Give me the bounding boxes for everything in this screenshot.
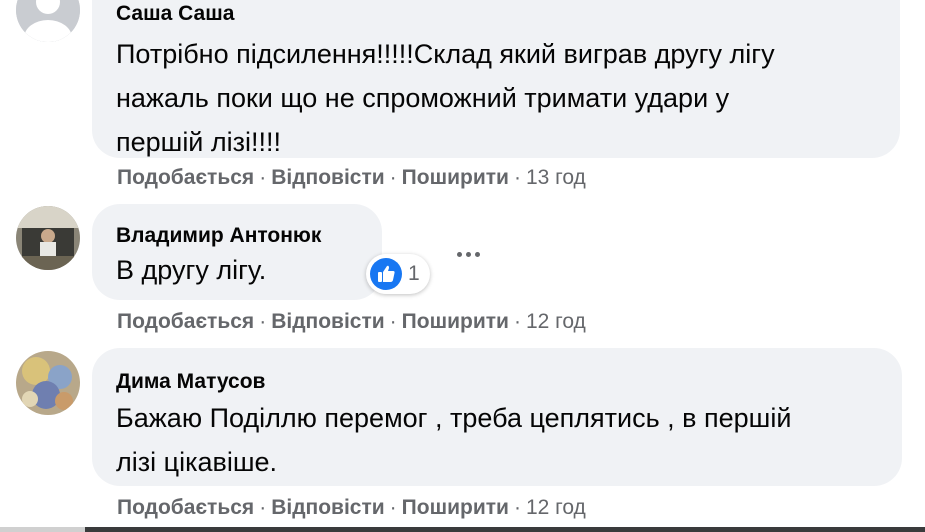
comment-text-line: В другу лігу. — [116, 255, 267, 285]
avatar[interactable] — [16, 206, 80, 270]
share-link[interactable]: Поширити — [402, 496, 509, 519]
profile-photo-icon — [16, 206, 80, 270]
comment-text-line: першій лізі!!!! — [116, 127, 282, 157]
comment-actions: Подобається · Відповісти · Поширити · 12 год — [117, 496, 586, 520]
like-link[interactable]: Подобається — [117, 166, 254, 189]
comment-text-line: лізі цікавіше. — [116, 447, 278, 477]
timestamp-link[interactable]: 12 год — [526, 310, 586, 333]
reply-link[interactable]: Відповісти — [271, 166, 384, 189]
comment-actions: Подобається · Відповісти · Поширити · 12 год — [117, 310, 586, 334]
bottom-edge-left — [0, 527, 85, 532]
separator: · — [259, 310, 267, 333]
bottom-edge-bar — [0, 527, 925, 532]
reply-link[interactable]: Відповісти — [271, 310, 384, 333]
comment-actions: Подобається · Відповісти · Поширити · 13 год — [117, 166, 586, 190]
separator: · — [513, 166, 521, 189]
bottom-edge-right — [85, 527, 925, 532]
share-link[interactable]: Поширити — [402, 166, 509, 189]
comment-bubble: Дима Матусов Бажаю Поділлю перемог , тре… — [92, 348, 902, 486]
profile-photo-icon — [16, 351, 80, 415]
more-options-icon[interactable] — [448, 240, 488, 268]
separator: · — [259, 496, 267, 519]
timestamp-link[interactable]: 13 год — [526, 166, 586, 189]
separator: · — [513, 496, 521, 519]
separator: · — [389, 496, 397, 519]
comment-text-line: Потрібно підсилення!!!!!Склад який вигра… — [116, 39, 775, 69]
timestamp-link[interactable]: 12 год — [526, 496, 586, 519]
comment-author[interactable]: Саша Саша — [116, 2, 876, 26]
thumbs-up-icon — [370, 258, 402, 290]
comment-text-line: нажаль поки що не спроможний тримати уда… — [116, 83, 730, 113]
comment-bubble: Саша Саша Потрібно підсилення!!!!!Склад … — [92, 0, 900, 158]
comments-section: Саша Саша Потрібно підсилення!!!!!Склад … — [0, 0, 925, 532]
reaction-count: 1 — [408, 262, 420, 285]
comment-author[interactable]: Дима Матусов — [116, 370, 878, 394]
comment-text-line: Бажаю Поділлю перемог , треба цеплятись … — [116, 403, 792, 433]
reply-link[interactable]: Відповісти — [271, 496, 384, 519]
avatar[interactable] — [16, 0, 80, 42]
comment-bubble: Владимир Антонюк В другу лігу. — [92, 204, 382, 300]
separator: · — [389, 166, 397, 189]
separator: · — [259, 166, 267, 189]
default-avatar-icon — [16, 0, 80, 42]
like-link[interactable]: Подобається — [117, 496, 254, 519]
comment-author[interactable]: Владимир Антонюк — [116, 224, 358, 248]
separator: · — [389, 310, 397, 333]
like-link[interactable]: Подобається — [117, 310, 254, 333]
separator: · — [513, 310, 521, 333]
avatar[interactable] — [16, 351, 80, 415]
reaction-summary[interactable]: 1 — [366, 254, 430, 294]
share-link[interactable]: Поширити — [402, 310, 509, 333]
